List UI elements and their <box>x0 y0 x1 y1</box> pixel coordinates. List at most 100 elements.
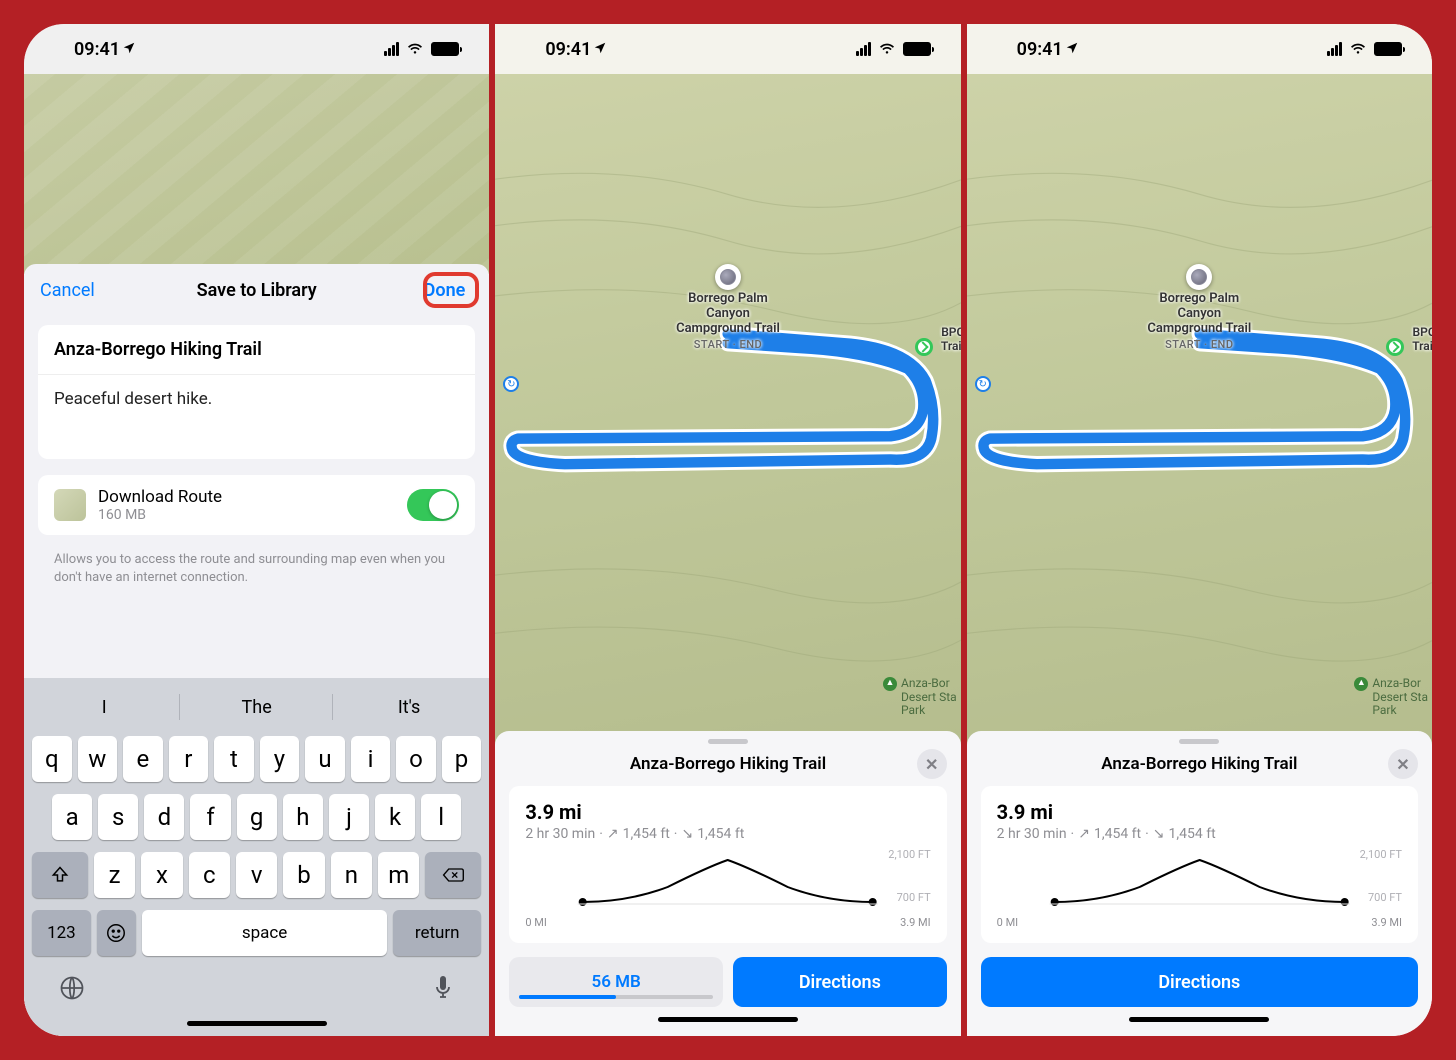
key-l[interactable]: l <box>421 794 461 840</box>
download-thumbnail <box>54 489 86 521</box>
key-n[interactable]: n <box>331 852 372 898</box>
key-u[interactable]: u <box>305 736 345 782</box>
key-v[interactable]: v <box>236 852 277 898</box>
download-progress[interactable]: 56 MB <box>509 957 723 1007</box>
sheet-grabber[interactable] <box>1179 739 1219 744</box>
directions-button[interactable]: Directions <box>733 957 947 1007</box>
sheet-title: Save to Library <box>197 280 317 301</box>
trail-label: Borrego Palm Canyon Campground Trail STA… <box>676 292 780 351</box>
map-peek <box>24 74 489 274</box>
sheet-grabber[interactable] <box>708 739 748 744</box>
key-f[interactable]: f <box>190 794 230 840</box>
key-p[interactable]: p <box>442 736 482 782</box>
route-info-title: Anza-Borrego Hiking Trail <box>630 754 826 774</box>
stats-card: 3.9 mi 2 hr 30 min · ↗1,454 ft · ↘1,454 … <box>509 786 946 943</box>
phone-2: 09:41 Borrego Palm Canyon Campground Tra… <box>495 24 960 1036</box>
route-name-input[interactable]: Anza-Borrego Hiking Trail <box>38 325 475 375</box>
download-route-size: 160 MB <box>98 507 395 523</box>
map-pin[interactable] <box>1186 264 1212 290</box>
key-j[interactable]: j <box>329 794 369 840</box>
key-y[interactable]: y <box>260 736 300 782</box>
key-e[interactable]: e <box>123 736 163 782</box>
route-duration: 2 hr 30 min <box>525 826 595 842</box>
route-distance: 3.9 mi <box>997 800 1402 824</box>
home-indicator[interactable] <box>658 1017 798 1022</box>
directions-button[interactable]: Directions <box>981 957 1418 1007</box>
cellular-signal-icon <box>384 42 399 56</box>
shift-key[interactable] <box>32 852 88 898</box>
key-x[interactable]: x <box>141 852 182 898</box>
wifi-icon <box>405 39 425 60</box>
elevation-chart: 2,100 FT 700 FT <box>525 852 930 912</box>
key-c[interactable]: c <box>189 852 230 898</box>
key-i[interactable]: i <box>351 736 391 782</box>
phone-3: 09:41 Borrego PalmCanyonCampground Trail… <box>967 24 1432 1036</box>
return-key[interactable]: return <box>393 910 481 956</box>
route-loop-marker[interactable] <box>503 376 519 392</box>
download-route-label: Download Route <box>98 487 395 507</box>
key-q[interactable]: q <box>32 736 72 782</box>
route-info-title: Anza-Borrego Hiking Trail <box>1101 754 1297 774</box>
key-r[interactable]: r <box>169 736 209 782</box>
descent-icon: ↘ <box>1153 826 1165 842</box>
space-key[interactable]: space <box>142 910 387 956</box>
route-description-input[interactable]: Peaceful desert hike. <box>38 375 475 459</box>
wifi-icon <box>1348 39 1368 60</box>
microphone-icon[interactable] <box>431 974 455 1009</box>
keyboard-suggestion[interactable]: The <box>180 684 332 730</box>
location-services-icon <box>1065 40 1079 59</box>
map-pin[interactable] <box>715 264 741 290</box>
route-duration: 2 hr 30 min <box>997 826 1067 842</box>
wifi-icon <box>877 39 897 60</box>
close-button[interactable]: ✕ <box>1388 749 1418 779</box>
key-k[interactable]: k <box>375 794 415 840</box>
close-button[interactable]: ✕ <box>917 749 947 779</box>
route-start-marker[interactable] <box>915 338 933 356</box>
backspace-key[interactable] <box>425 852 481 898</box>
annotation-highlight <box>423 272 479 308</box>
globe-icon[interactable] <box>58 974 86 1009</box>
ascent-icon: ↗ <box>1078 826 1090 842</box>
map-view[interactable]: Borrego Palm Canyon Campground Trail STA… <box>495 74 960 745</box>
ascent-icon: ↗ <box>607 826 619 842</box>
key-row-1: qwertyuiop <box>28 730 485 788</box>
save-sheet: Cancel Save to Library Done Anza-Borrego… <box>24 264 489 1036</box>
emoji-key[interactable] <box>97 910 136 956</box>
home-indicator[interactable] <box>187 1021 327 1026</box>
side-trail-label: BPCTrail <box>1412 326 1432 354</box>
download-toggle[interactable] <box>407 489 459 521</box>
key-z[interactable]: z <box>94 852 135 898</box>
key-g[interactable]: g <box>237 794 277 840</box>
cellular-signal-icon <box>856 42 871 56</box>
cellular-signal-icon <box>1327 42 1342 56</box>
status-bar: 09:41 <box>24 24 489 74</box>
stats-card: 3.9 mi 2 hr 30 min · ↗1,454 ft · ↘1,454 … <box>981 786 1418 943</box>
route-loop-marker[interactable] <box>975 376 991 392</box>
cancel-button[interactable]: Cancel <box>40 280 95 301</box>
battery-icon <box>431 42 459 56</box>
key-a[interactable]: a <box>52 794 92 840</box>
keyboard-suggestion[interactable]: I <box>28 684 180 730</box>
numbers-key[interactable]: 123 <box>32 910 91 956</box>
status-bar: 09:41 <box>967 24 1432 74</box>
key-h[interactable]: h <box>283 794 323 840</box>
key-m[interactable]: m <box>378 852 419 898</box>
key-w[interactable]: w <box>78 736 118 782</box>
key-t[interactable]: t <box>214 736 254 782</box>
elevation-chart: 2,100 FT 700 FT <box>997 852 1402 912</box>
park-icon: ▲ <box>1354 677 1368 691</box>
key-o[interactable]: o <box>396 736 436 782</box>
key-b[interactable]: b <box>283 852 324 898</box>
route-start-marker[interactable] <box>1386 338 1404 356</box>
status-bar: 09:41 <box>495 24 960 74</box>
location-services-icon <box>593 40 607 59</box>
route-info-sheet: Anza-Borrego Hiking Trail ✕ 3.9 mi 2 hr … <box>967 731 1432 1036</box>
keyboard: I The It's qwertyuiop asdfghjkl zxcvbnm … <box>24 678 489 1036</box>
battery-icon <box>903 42 931 56</box>
key-s[interactable]: s <box>98 794 138 840</box>
map-view[interactable]: Borrego PalmCanyonCampground Trail START… <box>967 74 1432 745</box>
keyboard-suggestion[interactable]: It's <box>333 684 485 730</box>
key-d[interactable]: d <box>144 794 184 840</box>
status-time: 09:41 <box>74 39 120 60</box>
home-indicator[interactable] <box>1129 1017 1269 1022</box>
